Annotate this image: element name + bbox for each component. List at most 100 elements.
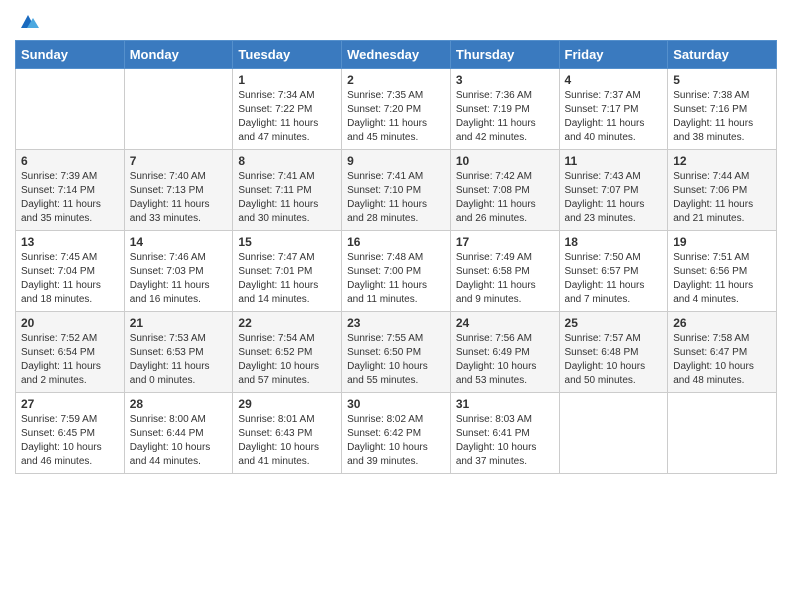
calendar-cell: 7 Sunrise: 7:40 AM Sunset: 7:13 PM Daylig… — [124, 150, 233, 231]
day-number: 6 — [21, 154, 119, 168]
calendar-cell: 17 Sunrise: 7:49 AM Sunset: 6:58 PM Dayli… — [450, 231, 559, 312]
calendar-cell — [668, 393, 777, 474]
day-info: Sunrise: 7:55 AM Sunset: 6:50 PM Dayligh… — [347, 332, 445, 388]
day-info: Sunrise: 7:48 AM Sunset: 7:00 PM Dayligh… — [347, 251, 445, 307]
calendar-cell: 22 Sunrise: 7:54 AM Sunset: 6:52 PM Dayli… — [233, 312, 342, 393]
days-header-row: SundayMondayTuesdayWednesdayThursdayFrid… — [16, 41, 777, 69]
day-info: Sunrise: 8:02 AM Sunset: 6:42 PM Dayligh… — [347, 413, 445, 469]
logo-icon — [17, 10, 39, 32]
calendar-cell: 25 Sunrise: 7:57 AM Sunset: 6:48 PM Dayli… — [559, 312, 668, 393]
day-info: Sunrise: 7:34 AM Sunset: 7:22 PM Dayligh… — [238, 89, 336, 145]
day-number: 18 — [565, 235, 663, 249]
calendar-cell: 10Sunrise: 7:42 AM Sunset: 7:08 PM Dayli… — [450, 150, 559, 231]
calendar-table: SundayMondayTuesdayWednesdayThursdayFrid… — [15, 40, 777, 474]
calendar-cell: 31 Sunrise: 8:03 AM Sunset: 6:41 PM Dayli… — [450, 393, 559, 474]
day-number: 25 — [565, 316, 663, 330]
day-info: Sunrise: 7:42 AM Sunset: 7:08 PM Dayligh… — [456, 170, 554, 226]
calendar-cell: 6 Sunrise: 7:39 AM Sunset: 7:14 PM Daylig… — [16, 150, 125, 231]
calendar-cell: 13 Sunrise: 7:45 AM Sunset: 7:04 PM Dayli… — [16, 231, 125, 312]
day-info: Sunrise: 7:50 AM Sunset: 6:57 PM Dayligh… — [565, 251, 663, 307]
day-info: Sunrise: 7:45 AM Sunset: 7:04 PM Dayligh… — [21, 251, 119, 307]
day-info: Sunrise: 7:41 AM Sunset: 7:10 PM Dayligh… — [347, 170, 445, 226]
day-number: 4 — [565, 73, 663, 87]
calendar-week-row: 13 Sunrise: 7:45 AM Sunset: 7:04 PM Dayli… — [16, 231, 777, 312]
day-info: Sunrise: 7:36 AM Sunset: 7:19 PM Dayligh… — [456, 89, 554, 145]
day-info: Sunrise: 7:40 AM Sunset: 7:13 PM Dayligh… — [130, 170, 228, 226]
day-number: 5 — [673, 73, 771, 87]
day-number: 8 — [238, 154, 336, 168]
day-info: Sunrise: 7:53 AM Sunset: 6:53 PM Dayligh… — [130, 332, 228, 388]
day-number: 17 — [456, 235, 554, 249]
calendar-cell: 12Sunrise: 7:44 AM Sunset: 7:06 PM Dayli… — [668, 150, 777, 231]
day-number: 31 — [456, 397, 554, 411]
calendar-cell: 23 Sunrise: 7:55 AM Sunset: 6:50 PM Dayli… — [342, 312, 451, 393]
day-of-week-header: Monday — [124, 41, 233, 69]
day-number: 2 — [347, 73, 445, 87]
day-info: Sunrise: 7:39 AM Sunset: 7:14 PM Dayligh… — [21, 170, 119, 226]
calendar-cell: 1 Sunrise: 7:34 AM Sunset: 7:22 PM Daylig… — [233, 69, 342, 150]
calendar-week-row: 1 Sunrise: 7:34 AM Sunset: 7:22 PM Daylig… — [16, 69, 777, 150]
calendar-cell: 24 Sunrise: 7:56 AM Sunset: 6:49 PM Dayli… — [450, 312, 559, 393]
day-number: 20 — [21, 316, 119, 330]
calendar-cell: 8 Sunrise: 7:41 AM Sunset: 7:11 PM Daylig… — [233, 150, 342, 231]
calendar-cell: 15Sunrise: 7:47 AM Sunset: 7:01 PM Dayli… — [233, 231, 342, 312]
header — [15, 10, 777, 32]
day-number: 30 — [347, 397, 445, 411]
day-info: Sunrise: 7:38 AM Sunset: 7:16 PM Dayligh… — [673, 89, 771, 145]
day-of-week-header: Saturday — [668, 41, 777, 69]
day-info: Sunrise: 7:44 AM Sunset: 7:06 PM Dayligh… — [673, 170, 771, 226]
day-info: Sunrise: 7:46 AM Sunset: 7:03 PM Dayligh… — [130, 251, 228, 307]
calendar-cell: 26 Sunrise: 7:58 AM Sunset: 6:47 PM Dayli… — [668, 312, 777, 393]
calendar-cell: 9 Sunrise: 7:41 AM Sunset: 7:10 PM Daylig… — [342, 150, 451, 231]
day-info: Sunrise: 8:01 AM Sunset: 6:43 PM Dayligh… — [238, 413, 336, 469]
day-number: 1 — [238, 73, 336, 87]
day-info: Sunrise: 8:00 AM Sunset: 6:44 PM Dayligh… — [130, 413, 228, 469]
day-number: 24 — [456, 316, 554, 330]
day-of-week-header: Tuesday — [233, 41, 342, 69]
day-of-week-header: Wednesday — [342, 41, 451, 69]
day-info: Sunrise: 7:37 AM Sunset: 7:17 PM Dayligh… — [565, 89, 663, 145]
calendar-cell: 4 Sunrise: 7:37 AM Sunset: 7:17 PM Daylig… — [559, 69, 668, 150]
day-info: Sunrise: 7:54 AM Sunset: 6:52 PM Dayligh… — [238, 332, 336, 388]
calendar-cell — [16, 69, 125, 150]
day-info: Sunrise: 8:03 AM Sunset: 6:41 PM Dayligh… — [456, 413, 554, 469]
day-number: 9 — [347, 154, 445, 168]
calendar-cell: 18 Sunrise: 7:50 AM Sunset: 6:57 PM Dayli… — [559, 231, 668, 312]
day-info: Sunrise: 7:58 AM Sunset: 6:47 PM Dayligh… — [673, 332, 771, 388]
day-number: 7 — [130, 154, 228, 168]
day-info: Sunrise: 7:51 AM Sunset: 6:56 PM Dayligh… — [673, 251, 771, 307]
calendar-cell: 20Sunrise: 7:52 AM Sunset: 6:54 PM Dayli… — [16, 312, 125, 393]
day-number: 27 — [21, 397, 119, 411]
day-number: 22 — [238, 316, 336, 330]
day-info: Sunrise: 7:43 AM Sunset: 7:07 PM Dayligh… — [565, 170, 663, 226]
day-of-week-header: Friday — [559, 41, 668, 69]
day-number: 15 — [238, 235, 336, 249]
calendar-cell: 30 Sunrise: 8:02 AM Sunset: 6:42 PM Dayli… — [342, 393, 451, 474]
day-info: Sunrise: 7:56 AM Sunset: 6:49 PM Dayligh… — [456, 332, 554, 388]
calendar-week-row: 27 Sunrise: 7:59 AM Sunset: 6:45 PM Dayli… — [16, 393, 777, 474]
day-info: Sunrise: 7:49 AM Sunset: 6:58 PM Dayligh… — [456, 251, 554, 307]
logo — [15, 10, 39, 32]
calendar-cell: 5 Sunrise: 7:38 AM Sunset: 7:16 PM Daylig… — [668, 69, 777, 150]
day-info: Sunrise: 7:59 AM Sunset: 6:45 PM Dayligh… — [21, 413, 119, 469]
day-number: 21 — [130, 316, 228, 330]
calendar-cell: 2Sunrise: 7:35 AM Sunset: 7:20 PM Daylig… — [342, 69, 451, 150]
calendar-cell: 3 Sunrise: 7:36 AM Sunset: 7:19 PM Daylig… — [450, 69, 559, 150]
day-number: 29 — [238, 397, 336, 411]
day-of-week-header: Thursday — [450, 41, 559, 69]
calendar-cell — [559, 393, 668, 474]
calendar-cell: 11Sunrise: 7:43 AM Sunset: 7:07 PM Dayli… — [559, 150, 668, 231]
day-number: 26 — [673, 316, 771, 330]
calendar-cell: 16 Sunrise: 7:48 AM Sunset: 7:00 PM Dayli… — [342, 231, 451, 312]
day-number: 16 — [347, 235, 445, 249]
day-of-week-header: Sunday — [16, 41, 125, 69]
calendar-cell: 19 Sunrise: 7:51 AM Sunset: 6:56 PM Dayli… — [668, 231, 777, 312]
day-number: 19 — [673, 235, 771, 249]
day-number: 3 — [456, 73, 554, 87]
day-number: 13 — [21, 235, 119, 249]
day-info: Sunrise: 7:57 AM Sunset: 6:48 PM Dayligh… — [565, 332, 663, 388]
calendar-cell: 27 Sunrise: 7:59 AM Sunset: 6:45 PM Dayli… — [16, 393, 125, 474]
day-info: Sunrise: 7:41 AM Sunset: 7:11 PM Dayligh… — [238, 170, 336, 226]
day-number: 28 — [130, 397, 228, 411]
day-number: 23 — [347, 316, 445, 330]
